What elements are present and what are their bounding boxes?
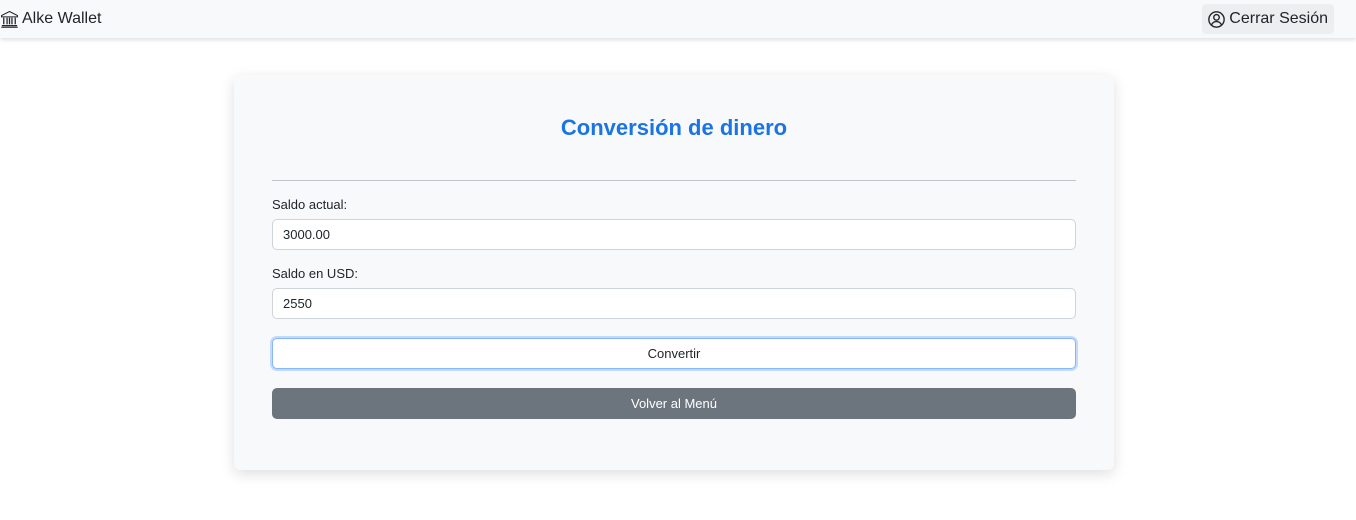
logout-label: Cerrar Sesión [1229,10,1328,27]
logout-button[interactable]: Cerrar Sesión [1202,4,1334,34]
balance-label: Saldo actual: [272,197,348,212]
convert-button[interactable]: Convertir [272,338,1076,369]
brand-link[interactable]: Alke Wallet [0,10,101,28]
back-to-menu-button[interactable]: Volver al Menú [272,388,1076,419]
navbar: Alke Wallet Cerrar Sesión [0,0,1356,38]
brand-label: Alke Wallet [22,10,102,27]
bank-icon [1,10,18,28]
conversion-card: Conversión de dinero Saldo actual: Saldo… [234,75,1114,470]
usd-label: Saldo en USD: [272,266,358,281]
usd-input[interactable] [272,288,1076,319]
person-circle-icon [1208,10,1226,28]
balance-input[interactable] [272,219,1076,250]
divider [272,180,1076,181]
page-title: Conversión de dinero [560,115,788,140]
